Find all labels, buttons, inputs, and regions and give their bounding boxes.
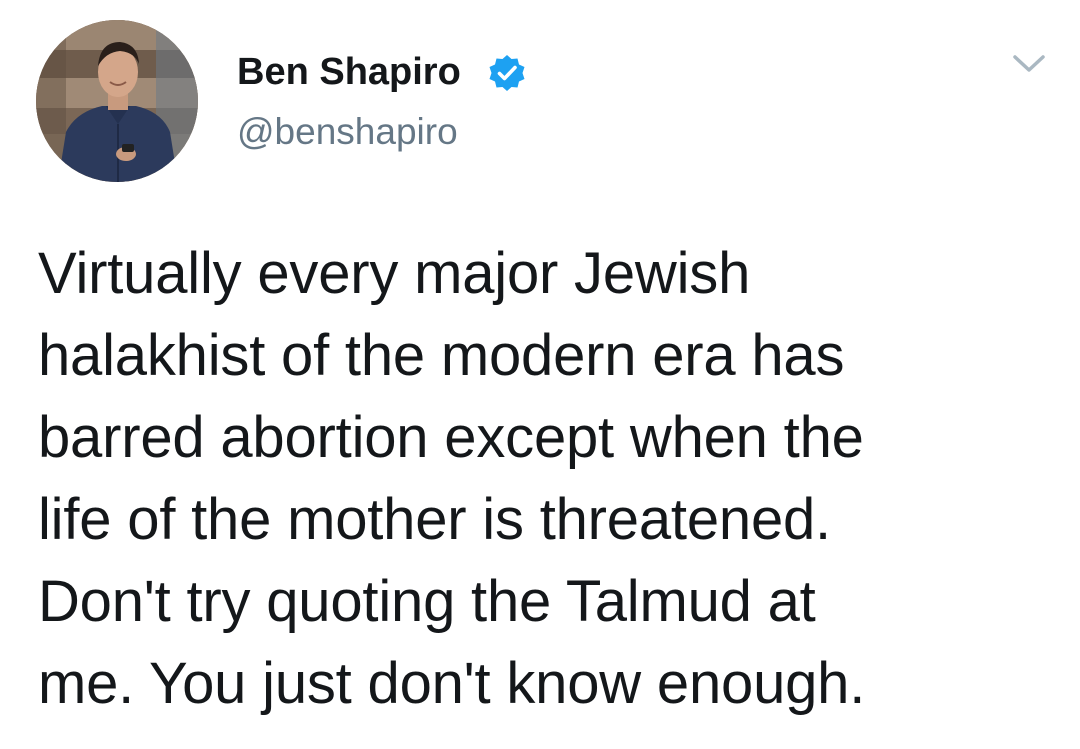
author-display-name[interactable]: Ben Shapiro [237,48,461,96]
author-handle[interactable]: @benshapiro [237,108,458,156]
chevron-down-icon[interactable] [1011,52,1047,76]
avatar[interactable] [36,20,198,182]
verified-badge-icon [489,55,525,91]
tweet-card: Ben Shapiro @benshapiro Virtually every … [0,0,1080,749]
avatar-image [36,20,198,182]
tweet-text: Virtually every major Jewish halakhist o… [38,241,866,716]
